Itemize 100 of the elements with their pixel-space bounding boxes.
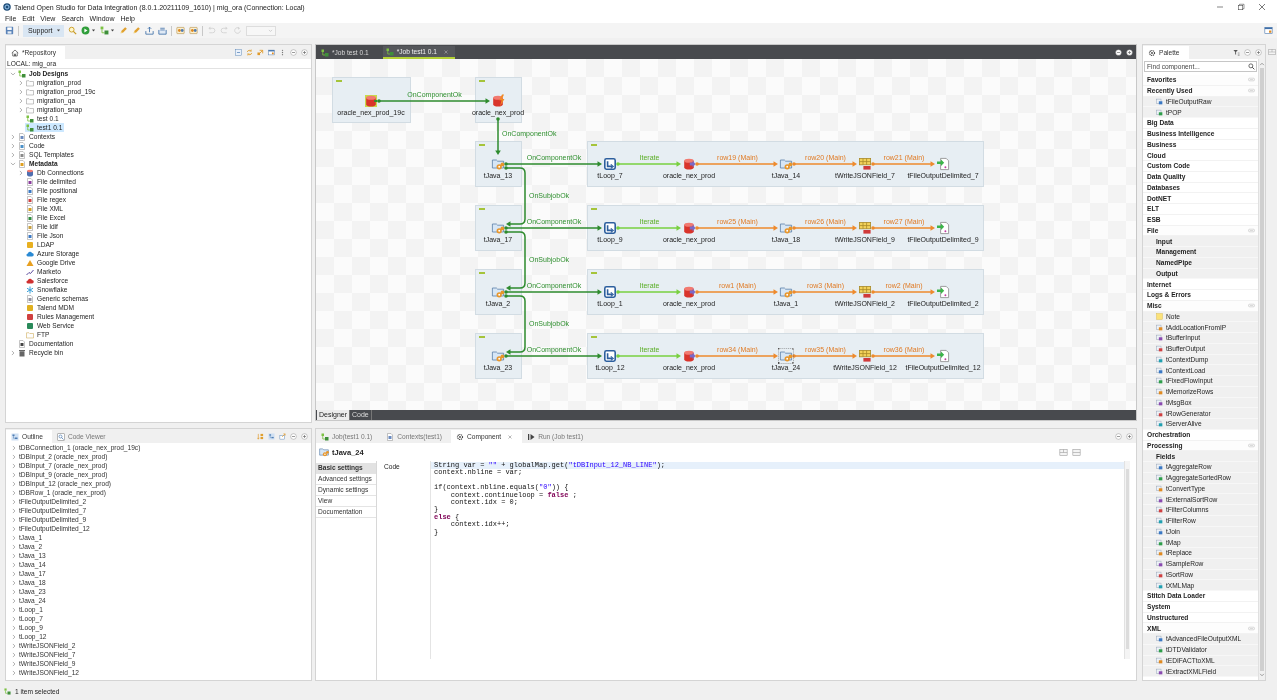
table-icon[interactable] [857, 284, 873, 300]
chevron-icon[interactable] [11, 543, 17, 550]
window-icon[interactable] [268, 48, 275, 56]
chevron-icon[interactable] [11, 525, 17, 532]
chevron-icon[interactable] [18, 106, 24, 113]
tray-icon[interactable] [157, 26, 167, 35]
chevron-icon[interactable] [11, 561, 17, 568]
chevron-icon[interactable] [11, 606, 17, 613]
tile-icon[interactable] [175, 26, 185, 35]
document-arrow-icon[interactable] [935, 220, 951, 236]
restore-icon[interactable] [1237, 3, 1245, 11]
maximize-icon[interactable] [1126, 48, 1133, 56]
chevron-icon[interactable] [18, 79, 24, 86]
chevron-icon[interactable] [11, 588, 17, 595]
close-icon[interactable] [1258, 3, 1266, 11]
scrollbar[interactable] [1124, 461, 1130, 659]
pin-icon[interactable] [1248, 624, 1255, 632]
pin-icon[interactable] [1248, 76, 1255, 84]
folder-gear-icon[interactable] [490, 348, 506, 364]
chevron-icon[interactable] [11, 615, 17, 622]
document-arrow-icon[interactable] [935, 348, 951, 364]
chevron-icon[interactable] [10, 133, 16, 140]
save-icon[interactable] [5, 26, 14, 35]
folder-gear-icon[interactable] [778, 156, 794, 172]
chevron-icon[interactable] [18, 169, 24, 176]
pin-icon[interactable] [1248, 441, 1255, 449]
folder-gear-icon[interactable] [778, 348, 794, 364]
loop-icon[interactable] [602, 348, 618, 364]
pin-icon[interactable] [1248, 302, 1255, 310]
pin-icon[interactable] [1248, 87, 1255, 95]
chevron-icon[interactable] [11, 471, 17, 478]
tray-arrow-icon[interactable] [144, 26, 154, 35]
scrollbar[interactable] [1258, 59, 1265, 680]
diagram-icon[interactable] [99, 26, 109, 35]
caret-icon[interactable] [90, 28, 96, 33]
table-icon[interactable] [857, 348, 873, 364]
database-icon[interactable] [681, 284, 697, 300]
folder-gear-icon[interactable] [778, 284, 794, 300]
database-icon[interactable] [681, 348, 697, 364]
database-icon[interactable] [681, 156, 697, 172]
pin-icon[interactable] [1248, 226, 1255, 234]
chevron-icon[interactable] [11, 552, 17, 559]
chevron-icon[interactable] [11, 642, 17, 649]
folder-gear-icon[interactable] [490, 220, 506, 236]
chevron-icon[interactable] [11, 507, 17, 514]
tile-icon[interactable] [188, 26, 198, 35]
chevron-icon[interactable] [11, 534, 17, 541]
folder-gear-icon[interactable] [778, 220, 794, 236]
chevron-icon[interactable] [10, 349, 16, 356]
loop-icon[interactable] [602, 284, 618, 300]
chevron-icon[interactable] [11, 624, 17, 631]
arrow-up-icon[interactable] [1259, 61, 1265, 67]
chevron-icon[interactable] [11, 633, 17, 640]
caret-icon[interactable] [109, 28, 115, 33]
chevron-icon[interactable] [11, 669, 17, 676]
chevron-icon[interactable] [11, 660, 17, 667]
chevron-icon[interactable] [11, 579, 17, 586]
arrow-down-icon[interactable] [1259, 672, 1265, 678]
chevron-icon[interactable] [11, 453, 17, 460]
window-icon[interactable] [1264, 26, 1273, 35]
table-icon[interactable] [857, 220, 873, 236]
chevron-icon[interactable] [11, 570, 17, 577]
chevron-icon[interactable] [11, 444, 17, 451]
chevron-icon[interactable] [10, 151, 16, 158]
hierarchy-icon[interactable] [268, 432, 275, 440]
database-icon[interactable] [490, 93, 506, 109]
sort-icon[interactable] [257, 432, 264, 440]
loop-icon[interactable] [602, 220, 618, 236]
play-icon[interactable] [80, 26, 90, 35]
collapse-all-icon[interactable] [235, 48, 242, 56]
chevron-icon[interactable] [11, 462, 17, 469]
loop-icon[interactable] [602, 156, 618, 172]
chevron-icon[interactable] [18, 88, 24, 95]
chevron-icon[interactable] [10, 142, 16, 149]
layout-icon[interactable] [1267, 48, 1276, 56]
chevron-icon[interactable] [11, 597, 17, 604]
document-arrow-icon[interactable] [935, 156, 951, 172]
layout-icon[interactable] [1072, 447, 1081, 457]
document-arrow-icon[interactable] [935, 284, 951, 300]
minimize-icon[interactable] [1115, 48, 1122, 56]
chevron-icon[interactable] [11, 489, 17, 496]
filter-icon[interactable] [1233, 48, 1240, 56]
folder-gear-icon[interactable] [490, 284, 506, 300]
folder-gear-icon[interactable] [490, 156, 506, 172]
layout-icon[interactable] [1059, 447, 1068, 457]
chevron-icon[interactable] [11, 498, 17, 505]
close-icon[interactable] [507, 433, 514, 440]
sync-icon[interactable] [246, 48, 253, 56]
chevron-icon[interactable] [11, 516, 17, 523]
database-icon[interactable] [681, 220, 697, 236]
pencil-icon[interactable] [118, 26, 128, 35]
pencil-icon[interactable] [131, 26, 141, 35]
chevron-icon[interactable] [11, 480, 17, 487]
close-icon[interactable] [443, 48, 449, 55]
table-icon[interactable] [857, 156, 873, 172]
menu-icon[interactable] [279, 48, 286, 56]
link-icon[interactable] [257, 48, 264, 56]
search-icon[interactable] [67, 26, 77, 35]
chevron-icon[interactable] [10, 70, 16, 77]
export-icon[interactable] [279, 432, 286, 440]
